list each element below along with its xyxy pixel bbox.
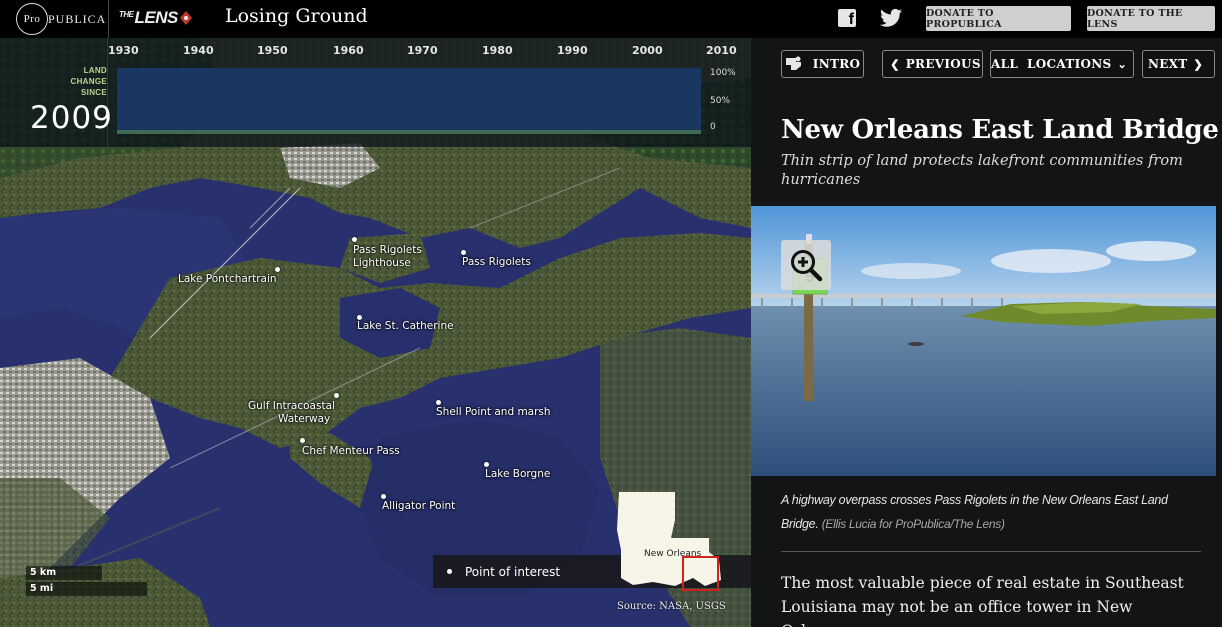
donate-lens-button[interactable]: DONATE TO THE LENS xyxy=(1087,6,1215,31)
timeline-year-label[interactable]: 1960 xyxy=(333,44,364,57)
timeline-year-label[interactable]: 1940 xyxy=(183,44,214,57)
pct-label-mid: 50% xyxy=(710,96,731,106)
timeline-year-label[interactable]: 1930 xyxy=(108,44,139,57)
poi-label[interactable]: Pass Rigolets xyxy=(353,244,422,256)
photo-caption: A highway overpass crosses Pass Rigolets… xyxy=(781,488,1201,536)
zoom-photo-button[interactable] xyxy=(781,240,831,290)
chevron-right-icon: ❯ xyxy=(1193,57,1204,71)
land-change-baseline xyxy=(117,130,701,134)
scale-bar-km: 5 km xyxy=(26,566,102,580)
timeline-year-label[interactable]: 1950 xyxy=(257,44,288,57)
inset-city-label: New Orleans xyxy=(644,549,702,559)
poi-marker[interactable] xyxy=(352,237,357,242)
twitter-icon[interactable] xyxy=(880,8,902,28)
timeline-year-label[interactable]: 2010 xyxy=(706,44,737,57)
poi-marker[interactable] xyxy=(436,400,441,405)
caption-divider xyxy=(781,551,1201,552)
legend-label: Point of interest xyxy=(465,564,561,579)
timeline-year-label[interactable]: 1990 xyxy=(557,44,588,57)
story-body-text: The most valuable piece of real estate i… xyxy=(781,574,1184,627)
propublica-logo[interactable]: Pro PUBLICA xyxy=(16,3,106,35)
all-locations-label: ALL LOCATIONS xyxy=(991,57,1112,71)
poi-label[interactable]: Lighthouse xyxy=(353,257,411,269)
previous-button[interactable]: ❮ PREVIOUS xyxy=(882,50,983,78)
land-change-timeline[interactable]: 1930 1940 1950 1960 1970 1980 1990 2000 … xyxy=(0,38,751,147)
label-line: SINCE xyxy=(81,88,107,97)
poi-marker[interactable] xyxy=(275,267,280,272)
story-panel: INTRO ❮ PREVIOUS ALL LOCATIONS ⌄ NEXT ❯ … xyxy=(751,38,1222,627)
poi-label[interactable]: Shell Point and marsh xyxy=(436,406,551,418)
poi-label[interactable]: Gulf Intracoastal xyxy=(248,400,335,412)
label-line: LAND xyxy=(83,66,107,75)
louisiana-locator-map[interactable] xyxy=(613,490,723,595)
intro-label: INTRO xyxy=(812,57,861,71)
timeline-year-label[interactable]: 1980 xyxy=(482,44,513,57)
timeline-year-label[interactable]: 1970 xyxy=(407,44,438,57)
previous-label: PREVIOUS xyxy=(905,57,981,71)
poi-label[interactable]: Waterway xyxy=(278,413,330,425)
current-year: 2009 xyxy=(30,100,113,136)
location-subtitle: Thin strip of land protects lakefront co… xyxy=(781,153,1183,188)
propublica-logo-mark: Pro xyxy=(16,3,48,35)
all-locations-dropdown[interactable]: ALL LOCATIONS ⌄ xyxy=(990,50,1134,78)
poi-marker[interactable] xyxy=(300,438,305,443)
donate-propublica-button[interactable]: DONATE TO PROPUBLICA xyxy=(926,6,1071,31)
satellite-map[interactable]: 1930 1940 1950 1960 1970 1980 1990 2000 … xyxy=(0,38,751,627)
next-label: NEXT xyxy=(1147,57,1188,71)
timeline-year-label[interactable]: 2000 xyxy=(632,44,663,57)
facebook-icon[interactable]: f xyxy=(838,9,856,28)
poi-marker[interactable] xyxy=(334,393,339,398)
pct-label-bottom: 0 xyxy=(710,122,716,132)
propublica-logo-text: PUBLICA xyxy=(48,11,107,26)
scale-bar-mi: 5 mi xyxy=(26,582,147,596)
chevron-left-icon: ❮ xyxy=(890,57,900,71)
land-change-since-label: LAND CHANGE SINCE xyxy=(55,65,107,98)
poi-label[interactable]: Lake St. Catherine xyxy=(357,320,454,332)
chevron-down-icon: ⌄ xyxy=(1117,57,1127,71)
the-lens-logo[interactable]: THELENS xyxy=(119,8,192,28)
map-pin-icon xyxy=(785,56,801,70)
map-source: Source: NASA, USGS xyxy=(617,601,726,612)
zoom-in-icon xyxy=(791,250,823,282)
poi-label[interactable]: Lake Pontchartrain xyxy=(178,273,277,285)
poi-marker[interactable] xyxy=(484,462,489,467)
intro-button[interactable]: INTRO xyxy=(781,50,864,78)
label-line: CHANGE xyxy=(70,77,107,86)
poi-label[interactable]: Lake Borgne xyxy=(485,468,550,480)
photo-credit: (Ellis Lucia for ProPublica/The Lens) xyxy=(821,517,1005,531)
top-bar: Pro PUBLICA THELENS Losing Ground f DONA… xyxy=(0,0,1222,38)
legend-dot-icon xyxy=(447,569,452,574)
next-button[interactable]: NEXT ❯ xyxy=(1142,50,1215,78)
location-title: New Orleans East Land Bridge xyxy=(781,115,1219,145)
poi-label[interactable]: Pass Rigolets xyxy=(462,256,531,268)
poi-marker[interactable] xyxy=(461,250,466,255)
land-change-bar[interactable] xyxy=(117,68,701,134)
header-divider xyxy=(108,0,109,38)
poi-marker[interactable] xyxy=(381,494,386,499)
site-title[interactable]: Losing Ground xyxy=(225,5,368,27)
poi-label[interactable]: Alligator Point xyxy=(382,500,455,512)
poi-label[interactable]: Chef Menteur Pass xyxy=(302,445,400,457)
pct-label-top: 100% xyxy=(710,68,736,78)
